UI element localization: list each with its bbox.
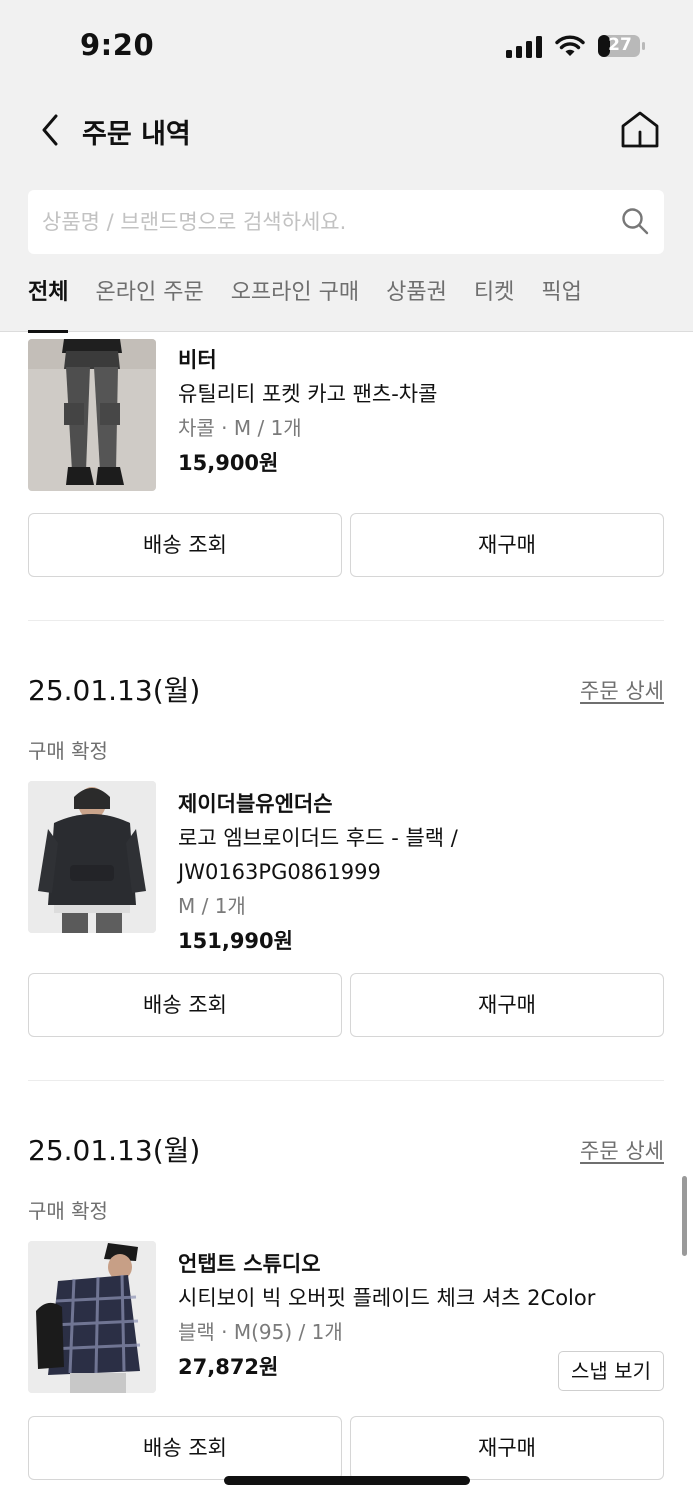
product-option: 차콜 · M / 1개 [178,416,302,440]
battery-level: 27 [608,35,632,55]
product-image[interactable] [28,781,156,933]
tab-bar: 전체 온라인 주문 오프라인 구매 상품권 티켓 픽업 [28,272,609,333]
tab-online-order[interactable]: 온라인 주문 [95,272,203,332]
product-name-line2[interactable]: JW0163PG0861999 [178,855,658,889]
reorder-button[interactable]: 재구매 [350,973,664,1037]
signal-icon [506,36,542,58]
product-option: 블랙 · M(95) / 1개 [178,1320,343,1344]
product-option: M / 1개 [178,894,246,918]
track-delivery-button[interactable]: 배송 조회 [28,1416,342,1480]
product-image[interactable] [28,1241,156,1393]
view-snap-button[interactable]: 스냅 보기 [558,1351,664,1391]
track-delivery-button[interactable]: 배송 조회 [28,513,342,577]
home-indicator[interactable] [224,1476,470,1485]
tab-all[interactable]: 전체 [28,272,69,333]
divider [28,1080,664,1081]
order-status: 구매 확정 [28,739,108,763]
reorder-button[interactable]: 재구매 [350,1416,664,1480]
order-date: 25.01.13(월) [28,1134,201,1167]
product-price: 151,990원 [178,929,293,953]
product-price: 15,900원 [178,451,279,475]
search-icon[interactable] [620,206,650,236]
product-image[interactable] [28,339,156,491]
order-actions: 배송 조회 재구매 [28,513,664,577]
product-brand[interactable]: 언탭트 스튜디오 [178,1247,658,1281]
order-date: 25.01.13(월) [28,674,201,707]
page-title: 주문 내역 [82,119,191,150]
tab-pickup[interactable]: 픽업 [541,272,581,332]
order-list: 비터 유틸리티 포켓 카고 팬츠-차콜 차콜 · M / 1개 15,900원 … [0,333,693,1500]
product-brand[interactable]: 비터 [178,343,658,377]
product-name[interactable]: 유틸리티 포켓 카고 팬츠-차콜 [178,377,658,411]
order-detail-link[interactable]: 주문 상세 [580,1135,664,1165]
reorder-button[interactable]: 재구매 [350,513,664,577]
battery-icon: 27 [597,34,647,58]
order-actions: 배송 조회 재구매 [28,973,664,1037]
product-brand[interactable]: 제이더블유엔더슨 [178,787,658,821]
search-box [28,190,664,254]
order-actions: 배송 조회 재구매 [28,1416,664,1480]
nav-bar: 주문 내역 [0,100,693,160]
tab-ticket[interactable]: 티켓 [474,272,514,332]
order-status: 구매 확정 [28,1199,108,1223]
tab-offline-purchase[interactable]: 오프라인 구매 [231,272,359,332]
scrollbar[interactable] [682,1176,687,1256]
order-detail-link[interactable]: 주문 상세 [580,675,664,705]
divider [28,620,664,621]
product-info: 비터 유틸리티 포켓 카고 팬츠-차콜 차콜 · M / 1개 15,900원 [178,343,658,481]
header: 9:20 27 주문 내역 상품명 / 브랜드명으로 검색하세요. 전체 온라인… [0,0,693,333]
product-info: 제이더블유엔더슨 로고 엠브로이더드 후드 - 블랙 / JW0163PG086… [178,787,658,959]
home-icon[interactable] [618,108,662,152]
product-name[interactable]: 시티보이 빅 오버핏 플레이드 체크 셔츠 2Color [178,1281,658,1315]
wifi-icon [555,35,585,56]
status-bar: 9:20 27 [0,0,693,92]
product-name-line1[interactable]: 로고 엠브로이더드 후드 - 블랙 / [178,821,658,855]
back-chevron-icon[interactable] [36,112,66,148]
track-delivery-button[interactable]: 배송 조회 [28,973,342,1037]
tab-gift-card[interactable]: 상품권 [386,272,447,332]
search-input[interactable] [42,190,602,254]
status-time: 9:20 [80,28,155,62]
